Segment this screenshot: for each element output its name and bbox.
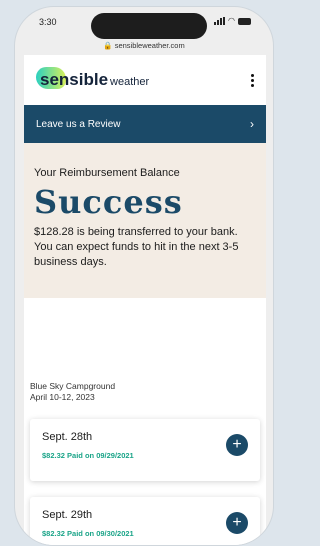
status-bar: 3:30 ◠	[15, 15, 273, 35]
plus-icon[interactable]: +	[226, 434, 248, 456]
campground-name: Blue Sky Campground	[30, 381, 116, 391]
review-label: Leave us a Review	[36, 118, 121, 130]
kebab-menu-icon[interactable]	[251, 74, 254, 87]
brand-word-weather: weather	[110, 76, 150, 88]
lock-icon: 🔒	[103, 41, 113, 50]
status-icons: ◠	[214, 17, 251, 25]
browser-address[interactable]: 🔒 sensibleweather.com	[15, 41, 273, 50]
leave-review-banner[interactable]: Leave us a Review ›	[24, 105, 266, 143]
brand-word-sensible: sensible	[40, 70, 109, 89]
status-time: 3:30	[39, 17, 57, 27]
campground-dates: April 10-12, 2023	[30, 392, 95, 402]
signal-icon	[214, 17, 226, 25]
day-paid: $82.32 Paid on 09/29/2021	[42, 451, 134, 460]
day-card[interactable]: Sept. 28th $82.32 Paid on 09/29/2021 +	[30, 419, 260, 481]
wifi-icon: ◠	[228, 16, 235, 25]
day-paid: $82.32 Paid on 09/30/2021	[42, 529, 134, 538]
balance-status: Success	[34, 183, 183, 221]
day-date: Sept. 29th	[42, 509, 93, 521]
phone-frame: 3:30 ◠ 🔒 sensibleweather.com sensible we…	[14, 6, 274, 546]
balance-title: Your Reimbursement Balance	[34, 167, 180, 179]
chevron-right-icon: ›	[250, 117, 254, 131]
web-page: sensible weather Leave us a Review › You…	[24, 55, 266, 545]
plus-icon[interactable]: +	[226, 512, 248, 534]
balance-message: $128.28 is being transferred to your ban…	[34, 226, 239, 268]
day-date: Sept. 28th	[42, 431, 93, 443]
battery-icon	[238, 17, 251, 25]
url-text: sensibleweather.com	[114, 41, 185, 50]
site-header: sensible weather	[24, 55, 266, 105]
brand-logo[interactable]: sensible weather	[36, 67, 150, 90]
balance-panel: Your Reimbursement Balance Success $128.…	[24, 143, 266, 298]
campground-info: Blue Sky Campground April 10-12, 2023	[24, 298, 266, 403]
day-card[interactable]: Sept. 29th $82.32 Paid on 09/30/2021 +	[30, 497, 260, 545]
